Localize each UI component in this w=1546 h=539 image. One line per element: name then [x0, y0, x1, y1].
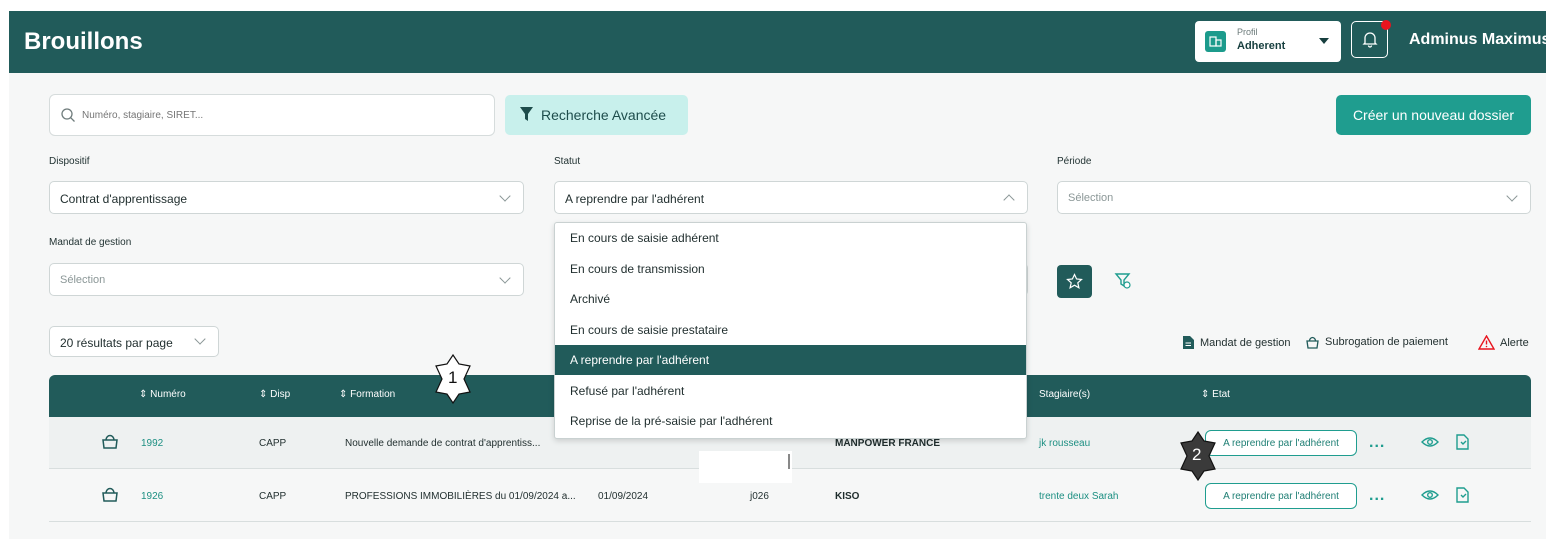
- header-formation: Formation: [350, 389, 396, 400]
- statut-option-selected[interactable]: A reprendre par l'adhérent: [555, 345, 1026, 375]
- per-page-value: 20 résultats par page: [60, 336, 173, 350]
- create-dossier-button[interactable]: Créer un nouveau dossier: [1336, 95, 1531, 135]
- bag-icon: [102, 434, 118, 449]
- row-employeur: KISO: [835, 491, 860, 502]
- row-numero[interactable]: 1926: [141, 491, 163, 502]
- row-employeur: MANPOWER FRANCE: [835, 438, 940, 449]
- statut-value: A reprendre par l'adhérent: [565, 192, 705, 206]
- advanced-search-label: Recherche Avancée: [541, 107, 667, 123]
- search-box[interactable]: [49, 94, 495, 136]
- chevron-down-icon: [1506, 190, 1518, 202]
- statut-label: Statut: [554, 156, 581, 167]
- search-icon: [61, 108, 75, 122]
- chevron-up-icon: [1003, 194, 1015, 206]
- status-badge: A reprendre par l'adhérent: [1205, 483, 1357, 509]
- top-bar: Brouillons Profil Adherent Adminus Maxim…: [9, 11, 1546, 73]
- row-numero[interactable]: 1992: [141, 438, 163, 449]
- periode-value: Sélection: [1068, 192, 1114, 204]
- annotation-marker-1-label: 1: [448, 368, 458, 387]
- dispositif-value: Contrat d'apprentissage: [60, 192, 188, 206]
- warning-icon: [1478, 335, 1495, 350]
- chevron-down-icon: [194, 333, 206, 345]
- more-actions-button[interactable]: ...: [1369, 434, 1385, 452]
- statut-option[interactable]: En cours de saisie prestataire: [555, 315, 1026, 345]
- header-etat: Etat: [1212, 389, 1230, 400]
- more-actions-button[interactable]: ...: [1369, 487, 1385, 505]
- bag-icon: [1306, 336, 1319, 349]
- legend-mandat-label: Mandat de gestion: [1200, 336, 1291, 349]
- row-stagiaire[interactable]: jk rousseau: [1039, 438, 1090, 449]
- row-stagiaire[interactable]: trente deux Sarah: [1039, 491, 1119, 502]
- row-formation: Nouvelle demande de contrat d'apprentiss…: [345, 438, 541, 449]
- notification-badge: [1381, 20, 1391, 30]
- search-input[interactable]: [82, 105, 482, 125]
- legend-subrogation-label: Subrogation de paiement: [1325, 336, 1448, 348]
- star-icon: [1066, 273, 1083, 290]
- row-end-date: j026: [750, 491, 769, 502]
- periode-select[interactable]: Sélection: [1057, 181, 1531, 214]
- chevron-down-icon: [499, 272, 511, 284]
- row-formation: PROFESSIONS IMMOBILIÈRES du 01/09/2024 a…: [345, 491, 576, 502]
- profile-selector[interactable]: Profil Adherent: [1195, 21, 1341, 62]
- mandat-value: Sélection: [60, 274, 106, 286]
- copy-document-icon[interactable]: [1453, 485, 1471, 505]
- eye-icon[interactable]: [1421, 435, 1439, 449]
- statut-dropdown-menu: En cours de saisie adhérent En cours de …: [554, 222, 1027, 439]
- profile-caption: Profil: [1237, 27, 1258, 37]
- advanced-search-button[interactable]: Recherche Avancée: [505, 95, 688, 135]
- eye-icon[interactable]: [1421, 488, 1439, 502]
- annotation-marker-2-label: 2: [1192, 445, 1202, 464]
- user-name[interactable]: Adminus Maximus: [1409, 31, 1546, 49]
- copy-document-icon[interactable]: [1453, 432, 1471, 452]
- row-disp: CAPP: [259, 438, 287, 449]
- row-disp: CAPP: [259, 491, 287, 502]
- legend-alerte: Alerte: [1478, 335, 1529, 350]
- filter-icon: [520, 107, 533, 121]
- dispositif-select[interactable]: Contrat d'apprentissage: [49, 181, 524, 214]
- header-numero: Numéro: [150, 389, 186, 400]
- legend-alerte-label: Alerte: [1500, 336, 1529, 349]
- bag-icon: [102, 487, 118, 502]
- statut-option[interactable]: En cours de saisie adhérent: [555, 223, 1026, 253]
- clear-filter-icon[interactable]: [1114, 272, 1132, 290]
- dispositif-label: Dispositif: [49, 156, 90, 167]
- redaction-mask: [699, 451, 792, 483]
- statut-option[interactable]: Refusé par l'adhérent: [555, 376, 1026, 406]
- periode-label: Période: [1057, 156, 1092, 167]
- sort-numero[interactable]: ⇕ Numéro: [139, 389, 186, 400]
- status-badge: A reprendre par l'adhérent: [1205, 430, 1357, 456]
- sort-formation[interactable]: ⇕ Formation: [339, 389, 395, 400]
- per-page-select[interactable]: 20 résultats par page: [49, 326, 219, 357]
- favorites-button[interactable]: [1057, 265, 1092, 298]
- sort-etat[interactable]: ⇕ Etat: [1201, 389, 1230, 400]
- statut-select[interactable]: A reprendre par l'adhérent: [554, 181, 1028, 214]
- chevron-down-icon: [499, 190, 511, 202]
- legend-subrogation: Subrogation de paiement: [1305, 335, 1448, 349]
- sort-disp[interactable]: ⇕ Disp: [259, 389, 290, 400]
- bell-icon: [1361, 32, 1378, 48]
- row-start-date: 01/09/2024: [598, 491, 649, 502]
- header-stagiaires: Stagiaire(s): [1039, 389, 1091, 400]
- statut-option[interactable]: Archivé: [555, 284, 1026, 314]
- page-title: Brouillons: [24, 28, 143, 55]
- header-disp: Disp: [270, 389, 291, 400]
- statut-option[interactable]: En cours de transmission: [555, 254, 1026, 284]
- statut-option[interactable]: Reprise de la pré-saisie par l'adhérent: [555, 406, 1026, 436]
- legend-mandat: Mandat de gestion: [1182, 335, 1291, 350]
- mandat-label: Mandat de gestion: [49, 237, 132, 248]
- document-icon: [1183, 336, 1194, 349]
- page-frame: Brouillons Profil Adherent Adminus Maxim…: [9, 11, 1546, 539]
- profile-value: Adherent: [1237, 40, 1286, 52]
- text-cursor: [788, 454, 790, 469]
- profile-icon: [1205, 31, 1226, 52]
- mandat-select[interactable]: Sélection: [49, 263, 524, 296]
- chevron-down-icon: [1319, 38, 1329, 44]
